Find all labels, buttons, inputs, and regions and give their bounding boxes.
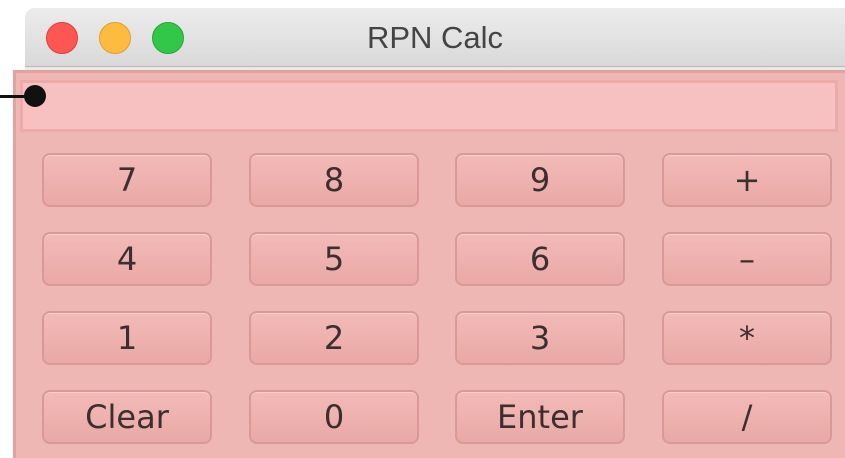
key-9[interactable]: 9 <box>455 153 625 207</box>
multiply-button[interactable]: * <box>662 311 832 365</box>
plus-button[interactable]: + <box>662 153 832 207</box>
key-1[interactable]: 1 <box>42 311 212 365</box>
key-0[interactable]: 0 <box>249 390 419 444</box>
pointer-dot <box>24 85 46 107</box>
clear-button[interactable]: Clear <box>42 390 212 444</box>
display-field[interactable] <box>20 80 838 132</box>
screen: RPN Calc 7 8 9 + 4 5 6 – 1 2 3 * Clear 0… <box>0 0 845 458</box>
window-title: RPN Calc <box>366 20 504 55</box>
key-4[interactable]: 4 <box>42 232 212 286</box>
key-6[interactable]: 6 <box>455 232 625 286</box>
divide-button[interactable]: / <box>662 390 832 444</box>
key-2[interactable]: 2 <box>249 311 419 365</box>
title-bar[interactable]: RPN Calc <box>25 8 845 67</box>
key-5[interactable]: 5 <box>249 232 419 286</box>
key-7[interactable]: 7 <box>42 153 212 207</box>
key-8[interactable]: 8 <box>249 153 419 207</box>
enter-button[interactable]: Enter <box>455 390 625 444</box>
minus-button[interactable]: – <box>662 232 832 286</box>
key-3[interactable]: 3 <box>455 311 625 365</box>
